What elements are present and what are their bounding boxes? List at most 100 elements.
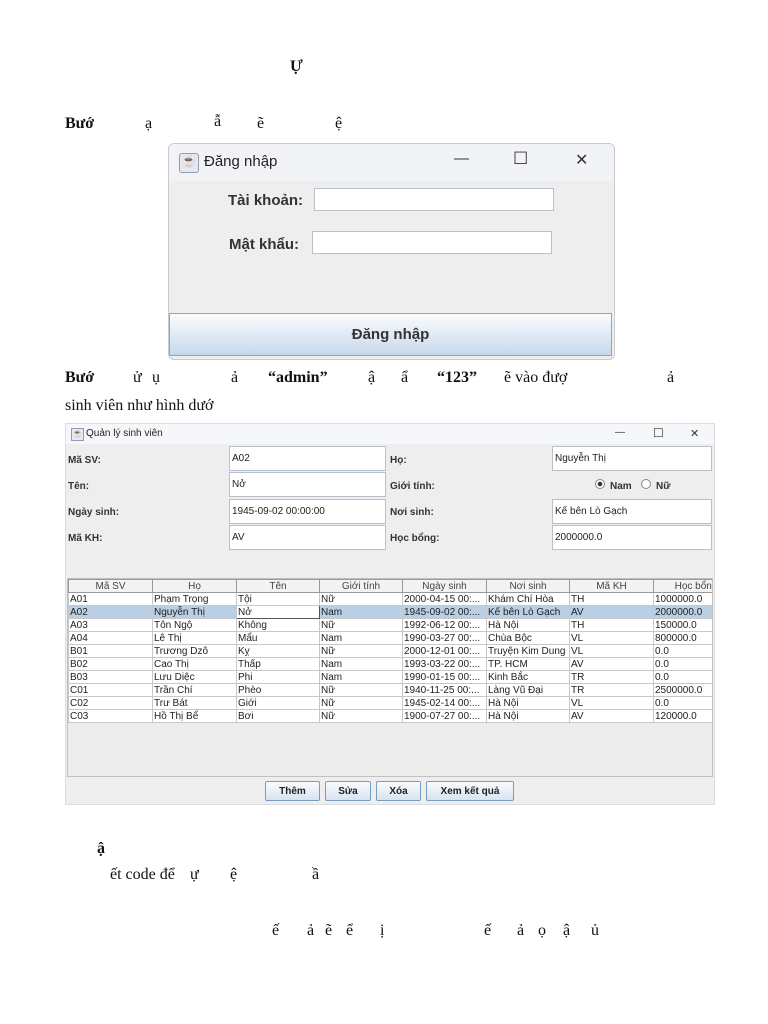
table-cell[interactable]: AV: [569, 657, 654, 671]
gender-radio-nam[interactable]: [595, 479, 605, 489]
close-icon[interactable]: ✕: [575, 150, 588, 170]
table-cell[interactable]: Hà Nội: [486, 696, 570, 710]
table-cell[interactable]: 1990-01-15 00:...: [402, 670, 487, 684]
maximize-icon[interactable]: ☐: [513, 149, 528, 169]
table-cell[interactable]: Kế bên Lò Gạch: [486, 605, 570, 619]
table-cell[interactable]: Kỵ: [236, 644, 320, 658]
table-row[interactable]: B03 Lưu Diệc Phi Nam 1990-01-15 00:... Kinh B…: [68, 670, 712, 684]
table-cell[interactable]: Nữ: [319, 592, 403, 606]
table-cell[interactable]: Bơi: [236, 709, 320, 723]
table-row[interactable]: B01 Trương Dzô Kỵ Nữ 2000-12-01 00:... Truyện…: [68, 644, 712, 658]
hoc-bong-input[interactable]: 2000000.0: [552, 525, 712, 550]
table-cell[interactable]: B01: [68, 644, 153, 658]
table-cell[interactable]: AV: [569, 709, 654, 723]
table-cell[interactable]: A01: [68, 592, 153, 606]
table-cell[interactable]: 0.0: [653, 670, 712, 684]
table-cell[interactable]: Làng Vũ Đại: [486, 683, 570, 697]
close-icon[interactable]: ✕: [690, 427, 699, 440]
table-cell[interactable]: 1945-02-14 00:...: [402, 696, 487, 710]
gender-option-nu[interactable]: Nữ: [656, 481, 670, 492]
table-cell[interactable]: 0.0: [653, 696, 712, 710]
table-row[interactable]: A04 Lê Thị Mẩu Nam 1990-03-27 00:... Chùa Bộc…: [68, 631, 712, 645]
table-cell[interactable]: 800000.0: [653, 631, 712, 645]
table-cell[interactable]: Hồ Thị Bể: [152, 709, 237, 723]
table-cell[interactable]: A03: [68, 618, 153, 632]
table-cell[interactable]: C01: [68, 683, 153, 697]
table-cell[interactable]: 1940-11-25 00:...: [402, 683, 487, 697]
table-cell[interactable]: 1993-03-22 00:...: [402, 657, 487, 671]
table-cell[interactable]: Hà Nội: [486, 618, 570, 632]
table-cell[interactable]: C03: [68, 709, 153, 723]
table-cell[interactable]: Cao Thị: [152, 657, 237, 671]
table-cell[interactable]: 150000.0: [653, 618, 712, 632]
table-cell[interactable]: 1992-06-12 00:...: [402, 618, 487, 632]
table-cell[interactable]: 120000.0: [653, 709, 712, 723]
table-cell[interactable]: A04: [68, 631, 153, 645]
table-cell[interactable]: Nữ: [319, 644, 403, 658]
table-row[interactable]: A03 Tôn Ngộ Không Nữ 1992-06-12 00:... Hà Nội…: [68, 618, 712, 632]
table-cell[interactable]: Phèo: [236, 683, 320, 697]
table-cell[interactable]: 1900-07-27 00:...: [402, 709, 487, 723]
table-cell[interactable]: 1000000.0: [653, 592, 712, 606]
table-cell[interactable]: C02: [68, 696, 153, 710]
column-header[interactable]: Họ: [152, 579, 237, 593]
ma-sv-input[interactable]: A02: [229, 446, 386, 471]
table-cell[interactable]: Nam: [319, 670, 403, 684]
table-cell[interactable]: Giới: [236, 696, 320, 710]
maximize-icon[interactable]: ☐: [653, 426, 664, 440]
table-cell[interactable]: 2000-04-15 00:...: [402, 592, 487, 606]
table-cell[interactable]: Tôn Ngộ: [152, 618, 237, 632]
column-header[interactable]: Học bổng: [653, 579, 712, 593]
table-cell[interactable]: TR: [569, 683, 654, 697]
table-cell[interactable]: Nữ: [319, 696, 403, 710]
table-cell[interactable]: Nguyễn Thị: [152, 605, 237, 619]
table-row[interactable]: C03 Hồ Thị Bể Bơi Nữ 1900-07-27 00:... Hà Nội…: [68, 709, 712, 723]
view-results-button[interactable]: Xem kết quả: [426, 781, 514, 801]
table-cell[interactable]: TH: [569, 592, 654, 606]
column-header[interactable]: Mã SV: [68, 579, 153, 593]
column-header[interactable]: Giới tính: [319, 579, 403, 593]
table-cell[interactable]: TH: [569, 618, 654, 632]
gender-option-nam[interactable]: Nam: [610, 481, 632, 492]
ten-input[interactable]: Nở: [229, 472, 386, 497]
table-cell[interactable]: Nam: [319, 605, 403, 619]
noi-sinh-input[interactable]: Kế bên Lò Gạch: [552, 499, 712, 524]
table-cell[interactable]: Trư Bát: [152, 696, 237, 710]
username-input[interactable]: [314, 188, 554, 211]
table-cell[interactable]: Thấp: [236, 657, 320, 671]
table-cell[interactable]: Lưu Diệc: [152, 670, 237, 684]
column-header[interactable]: Tên: [236, 579, 320, 593]
table-row[interactable]: B02 Cao Thị Thấp Nam 1993-03-22 00:... TP. HC…: [68, 657, 712, 671]
edit-button[interactable]: Sửa: [325, 781, 371, 801]
table-cell[interactable]: Chùa Bộc: [486, 631, 570, 645]
table-cell[interactable]: Không: [236, 618, 320, 632]
minimize-icon[interactable]: —: [454, 150, 469, 167]
add-button[interactable]: Thêm: [265, 781, 320, 801]
ma-kh-input[interactable]: AV: [229, 525, 386, 550]
student-table-scroll[interactable]: Mã SV Họ Tên Giới tính Ngày sinh Nơi sinh Mã K…: [67, 578, 713, 777]
table-cell[interactable]: VL: [569, 644, 654, 658]
column-header[interactable]: Mã KH: [569, 579, 654, 593]
delete-button[interactable]: Xóa: [376, 781, 421, 801]
table-cell[interactable]: Nở: [236, 605, 320, 619]
table-cell[interactable]: 1945-09-02 00:...: [402, 605, 487, 619]
table-cell[interactable]: Tội: [236, 592, 320, 606]
table-cell[interactable]: Trần Chí: [152, 683, 237, 697]
password-input[interactable]: [312, 231, 552, 254]
table-cell[interactable]: Kinh Bắc: [486, 670, 570, 684]
gender-radio-nu[interactable]: [641, 479, 651, 489]
table-cell[interactable]: Nữ: [319, 709, 403, 723]
table-row[interactable]: C01 Trần Chí Phèo Nữ 1940-11-25 00:... Làng V…: [68, 683, 712, 697]
ho-input[interactable]: Nguyễn Thị: [552, 446, 712, 471]
table-cell[interactable]: TP. HCM: [486, 657, 570, 671]
table-cell[interactable]: Phạm Trọng: [152, 592, 237, 606]
minimize-icon[interactable]: —: [615, 427, 625, 438]
table-cell[interactable]: Mẩu: [236, 631, 320, 645]
table-cell[interactable]: VL: [569, 631, 654, 645]
ngay-sinh-input[interactable]: 1945-09-02 00:00:00: [229, 499, 386, 524]
table-row[interactable]: A01 Phạm Trọng Tội Nữ 2000-04-15 00:... Khám …: [68, 592, 712, 606]
table-cell[interactable]: TR: [569, 670, 654, 684]
table-cell[interactable]: 2500000.0: [653, 683, 712, 697]
table-cell[interactable]: Trương Dzô: [152, 644, 237, 658]
table-cell[interactable]: Nam: [319, 631, 403, 645]
